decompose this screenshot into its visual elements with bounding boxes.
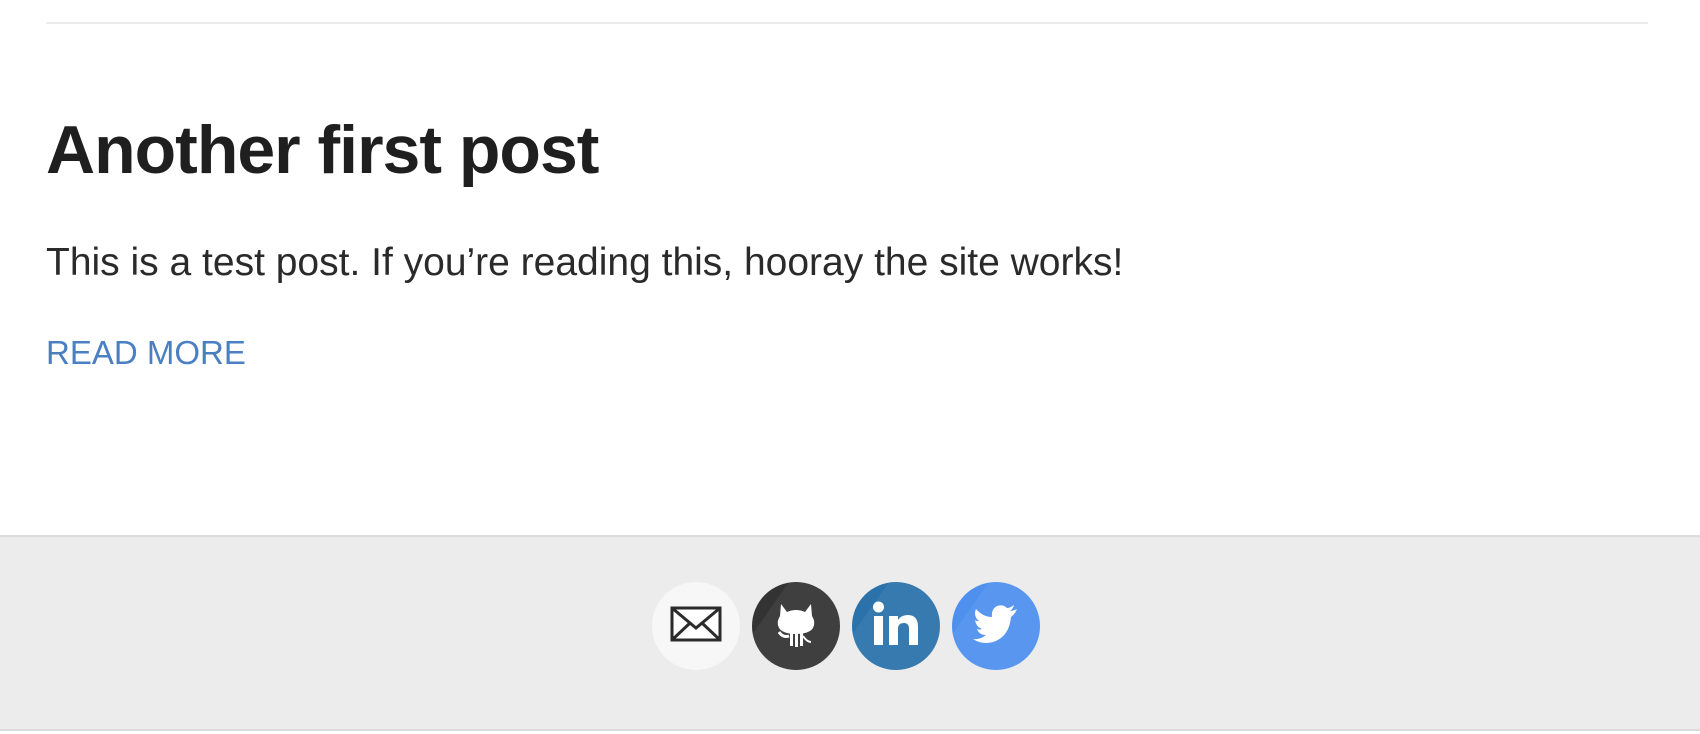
github-octocat-icon <box>773 598 819 655</box>
github-button[interactable] <box>752 582 840 670</box>
post-title[interactable]: Another first post <box>46 110 599 190</box>
twitter-bird-icon <box>973 604 1019 648</box>
read-more-link[interactable]: READ MORE <box>46 333 246 373</box>
linkedin-button[interactable] <box>852 582 940 670</box>
email-button[interactable] <box>652 582 740 670</box>
site-footer <box>0 535 1700 731</box>
top-divider <box>46 22 1648 24</box>
post-excerpt: This is a test post. If you’re reading t… <box>46 241 1124 284</box>
linkedin-icon <box>871 601 921 652</box>
envelope-icon <box>670 606 722 647</box>
twitter-button[interactable] <box>952 582 1040 670</box>
page: Another first post This is a test post. … <box>0 0 1700 734</box>
social-links <box>652 582 1040 670</box>
